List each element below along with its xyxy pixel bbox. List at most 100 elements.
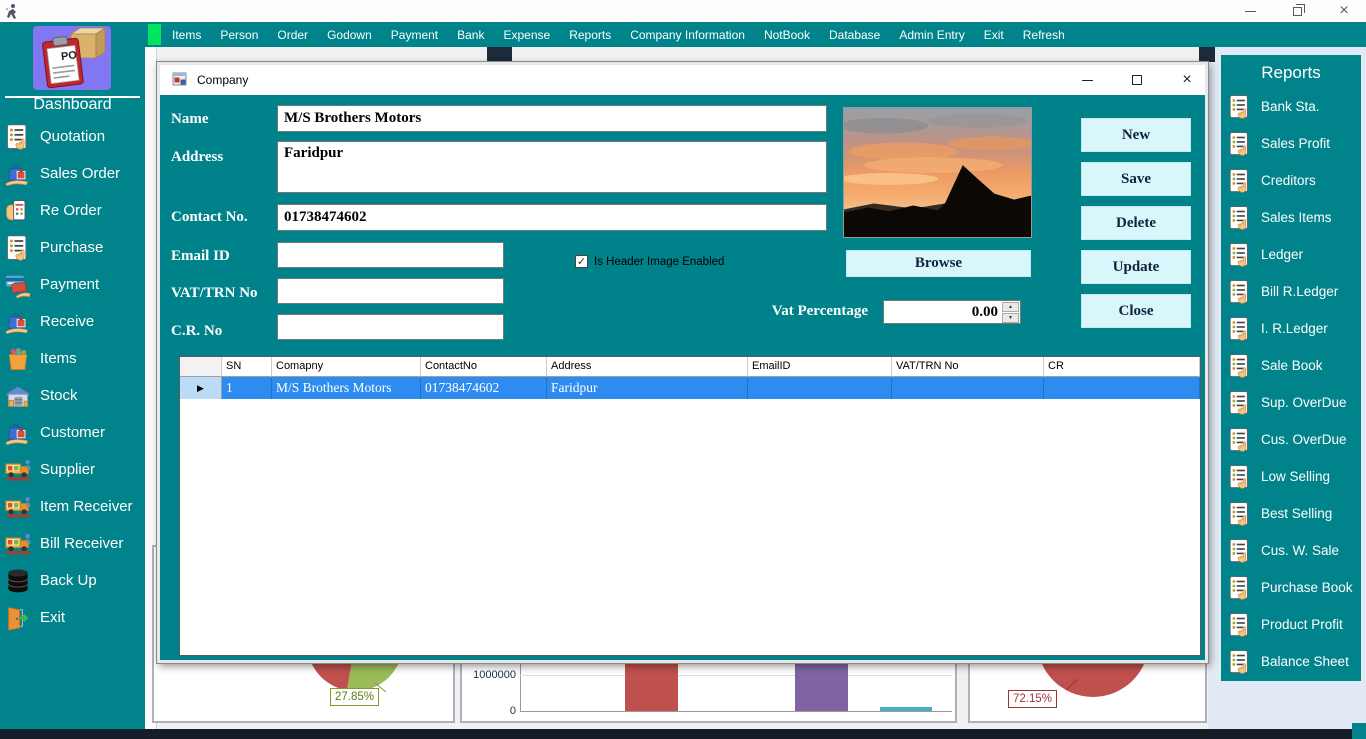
sidebar-item-items[interactable]: Items [0,340,145,377]
menu-item-database[interactable]: Database [829,28,880,42]
menu-item-payment[interactable]: Payment [391,28,438,42]
checkbox-check-icon: ✓ [575,255,588,268]
report-clipboard-icon [1227,316,1253,342]
address-label: Address [171,147,223,167]
sidebar-item-supplier[interactable]: Supplier [0,451,145,488]
menu-item-godown[interactable]: Godown [327,28,372,42]
update-button[interactable]: Update [1081,250,1191,284]
menu-item-expense[interactable]: Expense [503,28,550,42]
reports-items: Bank Sta. Sales Profit Creditors Sales I… [1221,88,1361,680]
clipboard-hand-icon [4,234,32,262]
header-image-checkbox[interactable]: ✓ Is Header Image Enabled [575,255,724,268]
minimize-icon [1082,80,1093,81]
menu-item-notbook[interactable]: NotBook [764,28,810,42]
grid-column-address[interactable]: Address [547,357,748,377]
sidebar-item-receive[interactable]: Receive [0,303,145,340]
sidebar-item-bill-receiver[interactable]: Bill Receiver [0,525,145,562]
email-label: Email ID [171,246,230,266]
dialog-close-button[interactable]: × [1179,69,1195,91]
grid-corner-cell [180,357,222,377]
window-minimize-button[interactable] [1242,0,1258,22]
menu-item-admin-entry[interactable]: Admin Entry [899,28,964,42]
menu-item-refresh[interactable]: Refresh [1023,28,1065,42]
sidebar-item-exit[interactable]: Exit [0,599,145,636]
grid-column-comapny[interactable]: Comapny [272,357,421,377]
sidebar-item-back-up[interactable]: Back Up [0,562,145,599]
grid-column-vat-trn[interactable]: VAT/TRN No [892,357,1044,377]
grid-column-cr[interactable]: CR [1044,357,1200,377]
minimize-icon [1245,11,1256,12]
report-item-sales-profit[interactable]: Sales Profit [1221,125,1361,162]
menu-item-reports[interactable]: Reports [569,28,611,42]
shopping-bag-hand-icon [4,308,32,336]
report-item-creditors[interactable]: Creditors [1221,162,1361,199]
report-item-sup-overdue[interactable]: Sup. OverDue [1221,384,1361,421]
grid-cell-comapny: M/S Brothers Motors [272,377,421,399]
dialog-minimize-button[interactable] [1079,69,1095,91]
report-item-product-profit[interactable]: Product Profit [1221,606,1361,643]
close-button[interactable]: Close [1081,294,1191,328]
name-input[interactable] [277,105,827,132]
contact-label: Contact No. [171,207,248,227]
stepper-up-button[interactable]: ▲ [1002,302,1019,312]
background-window-fragment [1199,47,1215,62]
contact-input[interactable] [277,204,827,231]
menu-item-items[interactable]: Items [172,28,201,42]
report-clipboard-icon [1227,575,1253,601]
new-button[interactable]: New [1081,118,1191,152]
window-bottom-border [0,729,1366,739]
warehouse-icon [4,382,32,410]
sidebar-item-purchase[interactable]: Purchase [0,229,145,266]
report-item-bill-r-ledger[interactable]: Bill R.Ledger [1221,273,1361,310]
report-item-ledger[interactable]: Ledger [1221,236,1361,273]
browse-button[interactable]: Browse [846,250,1031,277]
taskbar-app-icon [5,3,19,19]
shopping-bag-hand-icon [4,160,32,188]
email-input[interactable] [277,242,504,268]
sidebar-item-sales-order[interactable]: Sales Order [0,155,145,192]
delete-button[interactable]: Delete [1081,206,1191,240]
report-item-bank-sta[interactable]: Bank Sta. [1221,88,1361,125]
dialog-maximize-button[interactable] [1129,69,1145,91]
report-clipboard-icon [1227,649,1253,675]
grid-row[interactable]: ▶ 1 M/S Brothers Motors 01738474602 Fari… [180,377,1200,399]
dialog-titlebar[interactable]: Company × [160,65,1205,95]
report-item-sale-book[interactable]: Sale Book [1221,347,1361,384]
grid-column-contactno[interactable]: ContactNo [421,357,547,377]
sidebar-item-stock[interactable]: Stock [0,377,145,414]
dialog-controls: × [1079,65,1195,95]
menu-item-order[interactable]: Order [277,28,308,42]
pie-percentage-label: 27.85% [330,688,379,706]
menu-item-person[interactable]: Person [220,28,258,42]
report-item-sales-items[interactable]: Sales Items [1221,199,1361,236]
sidebar-item-re-order[interactable]: Re Order [0,192,145,229]
report-item-balance-sheet[interactable]: Balance Sheet [1221,643,1361,680]
menu-item-exit[interactable]: Exit [984,28,1004,42]
stepper-down-button[interactable]: ▼ [1002,313,1019,323]
report-item-low-selling[interactable]: Low Selling [1221,458,1361,495]
menu-item-bank[interactable]: Bank [457,28,484,42]
address-input[interactable]: Faridpur [277,141,827,193]
report-item-cus-w-sale[interactable]: Cus. W. Sale [1221,532,1361,569]
sidebar-item-payment[interactable]: Payment [0,266,145,303]
grid-column-emailid[interactable]: EmailID [748,357,892,377]
delivery-truck-icon [4,493,32,521]
company-dialog: Company × Name Address Contact No. Email… [157,62,1208,663]
window-close-button[interactable]: × [1336,0,1352,22]
dialog-title: Company [197,65,248,95]
grid-column-sn[interactable]: SN [222,357,272,377]
report-item-cus-overdue[interactable]: Cus. OverDue [1221,421,1361,458]
window-restore-button[interactable] [1289,0,1305,22]
report-item-i-r-ledger[interactable]: I. R.Ledger [1221,310,1361,347]
sidebar-item-customer[interactable]: Customer [0,414,145,451]
sidebar-item-item-receiver[interactable]: Item Receiver [0,488,145,525]
save-button[interactable]: Save [1081,162,1191,196]
report-item-purchase-book[interactable]: Purchase Book [1221,569,1361,606]
vat-percentage-stepper: ▲ ▼ [883,300,1021,324]
cr-input[interactable] [277,314,504,340]
vat-trn-input[interactable] [277,278,504,304]
report-item-best-selling[interactable]: Best Selling [1221,495,1361,532]
sidebar-item-quotation[interactable]: Quotation [0,118,145,155]
menu-item-company-information[interactable]: Company Information [630,28,745,42]
vat-percentage-input[interactable] [884,301,1000,323]
